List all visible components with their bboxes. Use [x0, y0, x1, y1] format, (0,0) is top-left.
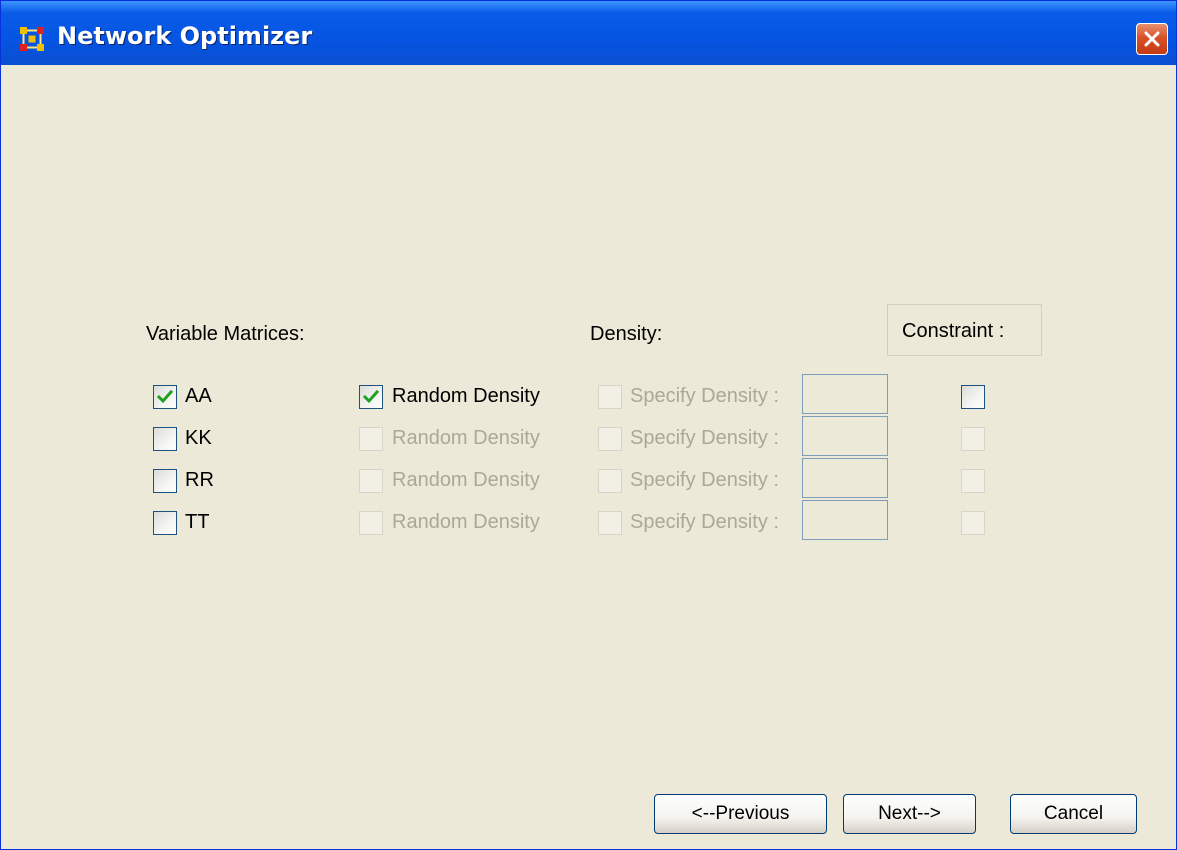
constraint-checkbox[interactable]	[961, 385, 985, 409]
close-button[interactable]	[1136, 23, 1168, 55]
matrix-checkbox-kk[interactable]	[153, 427, 177, 451]
previous-button[interactable]: <--Previous	[654, 794, 827, 834]
constraint-heading: Constraint :	[902, 320, 1005, 342]
density-heading: Density:	[590, 323, 663, 345]
dialog-content: Variable Matrices: Density: Constraint :…	[1, 65, 1176, 849]
specify-density-checkbox	[598, 427, 622, 451]
random-density-label: Random Density	[392, 427, 540, 449]
constraint-checkbox	[961, 511, 985, 535]
density-value-field	[802, 500, 888, 540]
constraint-checkbox	[961, 469, 985, 493]
specify-density-checkbox	[598, 385, 622, 409]
matrix-checkbox-aa[interactable]	[153, 385, 177, 409]
constraint-header-box: Constraint :	[887, 304, 1042, 356]
specify-density-label: Specify Density :	[630, 385, 779, 407]
matrix-label: AA	[185, 385, 212, 407]
cancel-button[interactable]: Cancel	[1010, 794, 1137, 834]
random-density-checkbox	[359, 469, 383, 493]
variable-matrices-heading: Variable Matrices:	[146, 323, 305, 345]
close-icon	[1144, 31, 1160, 47]
network-optimizer-window: Network Optimizer Variable Matrices: Den…	[0, 0, 1177, 850]
specify-density-checkbox	[598, 511, 622, 535]
random-density-label: Random Density	[392, 511, 540, 533]
random-density-label: Random Density	[392, 469, 540, 491]
random-density-checkbox	[359, 511, 383, 535]
title-bar[interactable]: Network Optimizer	[1, 1, 1176, 65]
matrix-checkbox-tt[interactable]	[153, 511, 177, 535]
window-title: Network Optimizer	[57, 22, 313, 50]
random-density-checkbox[interactable]	[359, 385, 383, 409]
density-value-field	[802, 416, 888, 456]
matrix-label: RR	[185, 469, 214, 491]
specify-density-label: Specify Density :	[630, 427, 779, 449]
matrix-label: KK	[185, 427, 212, 449]
random-density-checkbox	[359, 427, 383, 451]
specify-density-label: Specify Density :	[630, 469, 779, 491]
density-value-field	[802, 374, 888, 414]
specify-density-label: Specify Density :	[630, 511, 779, 533]
specify-density-checkbox	[598, 469, 622, 493]
matrix-checkbox-rr[interactable]	[153, 469, 177, 493]
random-density-label: Random Density	[392, 385, 540, 407]
next-button[interactable]: Next-->	[843, 794, 976, 834]
matrix-label: TT	[185, 511, 210, 533]
density-value-field	[802, 458, 888, 498]
checkmark-icon	[363, 389, 379, 404]
constraint-checkbox	[961, 427, 985, 451]
checkmark-icon	[157, 389, 173, 404]
network-grid-icon	[20, 27, 44, 51]
